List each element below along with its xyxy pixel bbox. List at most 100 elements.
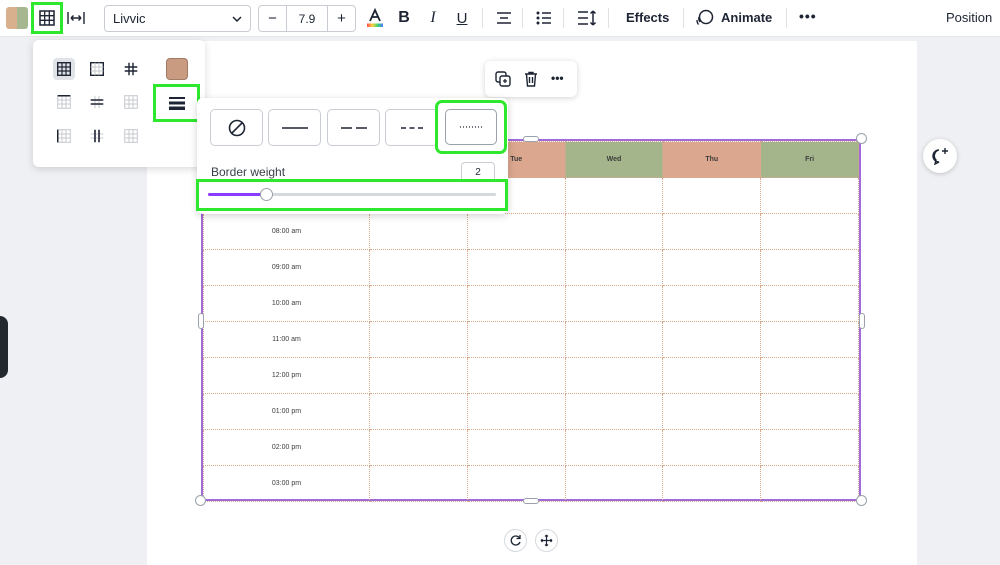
table-grid-icon[interactable] <box>31 2 63 34</box>
border-weight-button[interactable] <box>153 84 200 122</box>
align-center-icon[interactable] <box>493 7 515 29</box>
table-cell[interactable] <box>466 213 566 250</box>
table-cell[interactable] <box>662 249 762 286</box>
table-cell[interactable] <box>662 285 762 322</box>
time-cell[interactable]: 02:00 pm <box>203 429 370 466</box>
table-cell[interactable] <box>662 321 762 358</box>
table-cell[interactable] <box>564 285 664 322</box>
resize-handle-top[interactable] <box>523 136 539 142</box>
italic-button[interactable]: I <box>423 7 443 29</box>
resize-handle-top-right[interactable] <box>856 133 867 144</box>
header-cell-wed[interactable]: Wed <box>564 141 664 178</box>
inner-borders-icon[interactable] <box>120 58 142 80</box>
table-cell[interactable] <box>760 465 859 502</box>
table-cell[interactable] <box>466 393 566 430</box>
slider-thumb[interactable] <box>260 188 273 201</box>
spacing-icon[interactable] <box>63 6 89 30</box>
table-cell[interactable] <box>662 213 762 250</box>
table-cell[interactable] <box>662 465 762 502</box>
table-cell[interactable] <box>564 429 664 466</box>
dashed-border-button[interactable] <box>327 109 380 146</box>
add-comment-button[interactable] <box>923 139 957 173</box>
animate-icon[interactable] <box>695 7 715 29</box>
table-cell[interactable] <box>369 465 468 502</box>
time-cell[interactable]: 08:00 am <box>203 213 370 250</box>
text-color-icon[interactable] <box>364 6 386 30</box>
border-weight-slider[interactable] <box>208 188 496 201</box>
border-color-swatch[interactable] <box>166 58 188 80</box>
dotted-border-button[interactable] <box>445 109 497 145</box>
table-cell[interactable] <box>369 429 468 466</box>
table-cell[interactable] <box>564 177 664 214</box>
context-more-button[interactable]: ••• <box>551 71 564 85</box>
time-cell[interactable]: 03:00 pm <box>203 465 370 502</box>
table-cell[interactable] <box>466 429 566 466</box>
more-options-button[interactable]: ••• <box>799 8 817 24</box>
vertical-borders-icon[interactable] <box>86 125 108 147</box>
table-cell[interactable] <box>760 285 859 322</box>
no-border-button[interactable] <box>210 109 263 146</box>
time-cell[interactable]: 12:00 pm <box>203 357 370 394</box>
table-cell[interactable] <box>466 285 566 322</box>
table-cell[interactable] <box>564 357 664 394</box>
duplicate-icon[interactable] <box>493 69 513 89</box>
effects-button[interactable]: Effects <box>626 10 669 25</box>
table-cell[interactable] <box>466 465 566 502</box>
rotate-button[interactable] <box>504 529 527 552</box>
decrease-font-button[interactable]: − <box>259 6 286 31</box>
table-cell[interactable] <box>760 249 859 286</box>
table-cell[interactable] <box>662 177 762 214</box>
time-cell[interactable]: 10:00 am <box>203 285 370 322</box>
table-cell[interactable] <box>760 429 859 466</box>
table-cell[interactable] <box>369 213 468 250</box>
all-borders-icon[interactable] <box>53 58 75 80</box>
time-cell[interactable]: 11:00 am <box>203 321 370 358</box>
table-cell[interactable] <box>564 393 664 430</box>
table-cell[interactable] <box>662 357 762 394</box>
right-border-icon[interactable] <box>120 125 142 147</box>
table-cell[interactable] <box>662 393 762 430</box>
resize-handle-bottom-right[interactable] <box>856 495 867 506</box>
table-cell[interactable] <box>564 249 664 286</box>
table-cell[interactable] <box>760 177 859 214</box>
time-cell[interactable]: 01:00 pm <box>203 393 370 430</box>
horizontal-borders-icon[interactable] <box>86 91 108 113</box>
side-panel-collapse-handle[interactable] <box>0 316 8 378</box>
table-cell[interactable] <box>760 357 859 394</box>
time-cell[interactable]: 09:00 am <box>203 249 370 286</box>
table-cell[interactable] <box>369 249 468 286</box>
font-size-input[interactable]: 7.9 <box>286 6 328 31</box>
header-cell-thu[interactable]: Thu <box>662 141 762 178</box>
table-cell[interactable] <box>369 393 468 430</box>
table-cell[interactable] <box>369 357 468 394</box>
header-cell-fri[interactable]: Fri <box>760 141 859 178</box>
table-cell[interactable] <box>760 213 859 250</box>
table-cell[interactable] <box>662 429 762 466</box>
left-border-icon[interactable] <box>53 125 75 147</box>
font-dropdown[interactable]: Livvic <box>104 5 251 32</box>
animate-button[interactable]: Animate <box>721 10 772 25</box>
underline-button[interactable]: U <box>452 7 472 29</box>
solid-border-button[interactable] <box>268 109 321 146</box>
table-cell[interactable] <box>760 393 859 430</box>
resize-handle-right[interactable] <box>859 313 865 329</box>
bullet-list-icon[interactable] <box>533 7 555 29</box>
move-button[interactable] <box>535 529 558 552</box>
short-dashed-border-button[interactable] <box>385 109 438 146</box>
trash-icon[interactable] <box>521 69 541 89</box>
resize-handle-left[interactable] <box>198 313 204 329</box>
table-cell[interactable] <box>466 357 566 394</box>
top-border-icon[interactable] <box>53 91 75 113</box>
outer-border-icon[interactable] <box>86 58 108 80</box>
border-weight-input[interactable]: 2 <box>461 162 495 182</box>
table-cell[interactable] <box>564 321 664 358</box>
table-cell[interactable] <box>564 213 664 250</box>
table-cell[interactable] <box>466 321 566 358</box>
table-color-swatch[interactable] <box>6 7 28 29</box>
bottom-border-icon[interactable] <box>120 91 142 113</box>
resize-handle-bottom[interactable] <box>523 498 539 504</box>
resize-handle-bottom-left[interactable] <box>195 495 206 506</box>
increase-font-button[interactable]: + <box>328 6 355 31</box>
line-spacing-icon[interactable] <box>575 7 599 29</box>
position-button[interactable]: Position <box>946 10 992 25</box>
